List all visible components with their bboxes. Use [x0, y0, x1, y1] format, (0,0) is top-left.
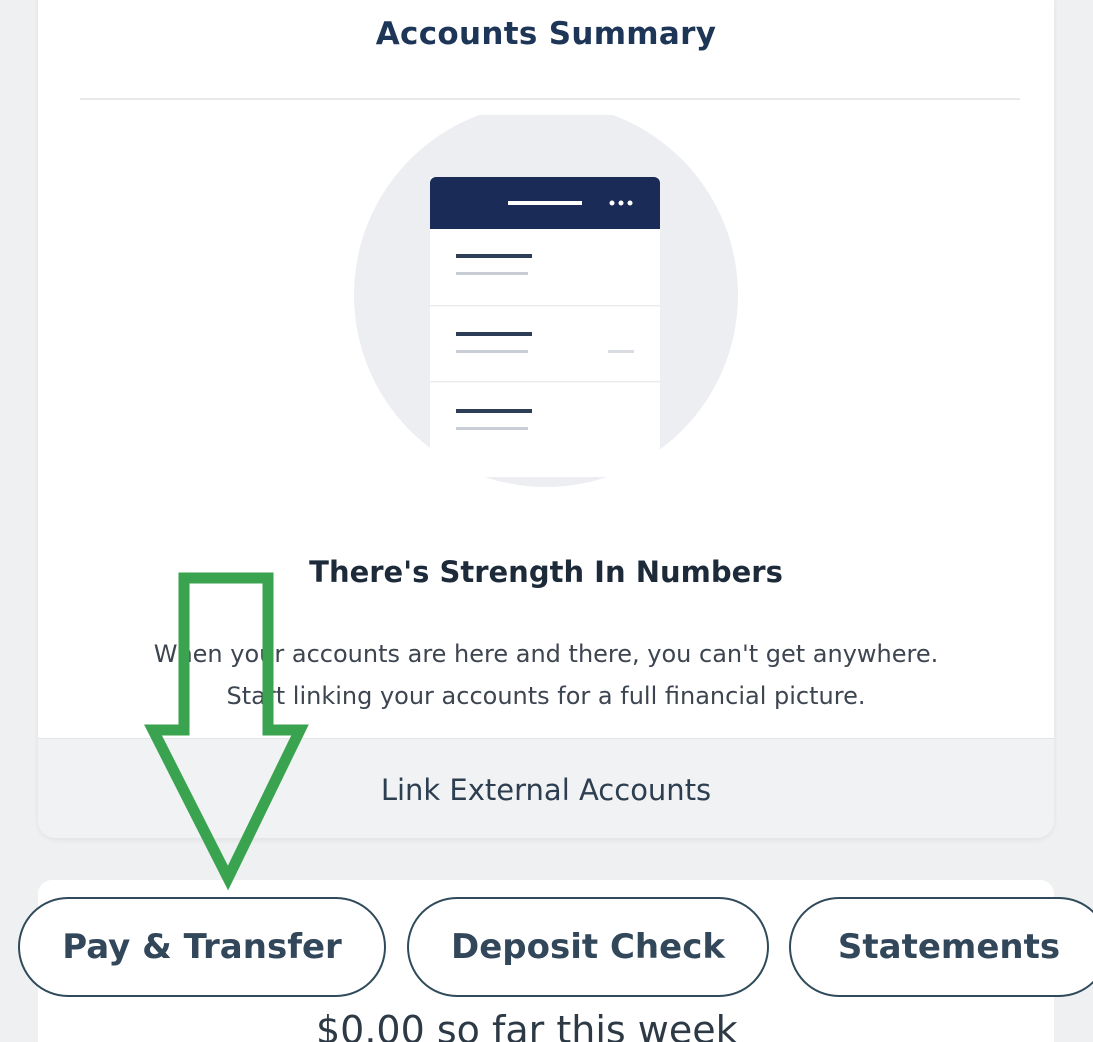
headline: There's Strength In Numbers: [309, 555, 783, 589]
statements-button[interactable]: Statements: [789, 897, 1093, 997]
description-line-2: Start linking your accounts for a full f…: [226, 682, 866, 710]
accounts-summary-card: Accounts Summary There's Strength In Num…: [38, 0, 1054, 838]
weekly-spending-text: $0.00 so far this week: [316, 1008, 738, 1042]
link-external-accounts-button[interactable]: Link External Accounts: [38, 738, 1054, 838]
card-title: Accounts Summary: [375, 16, 717, 52]
description-line-1: When your accounts are here and there, y…: [153, 640, 939, 668]
accounts-list-illustration: [354, 115, 738, 487]
link-external-accounts-label: Link External Accounts: [380, 773, 712, 807]
title-divider: [80, 98, 1020, 100]
pay-transfer-button[interactable]: Pay & Transfer: [18, 897, 386, 997]
app-screen: Accounts Summary There's Strength In Num…: [0, 0, 1093, 1042]
deposit-check-button[interactable]: Deposit Check: [407, 897, 769, 997]
